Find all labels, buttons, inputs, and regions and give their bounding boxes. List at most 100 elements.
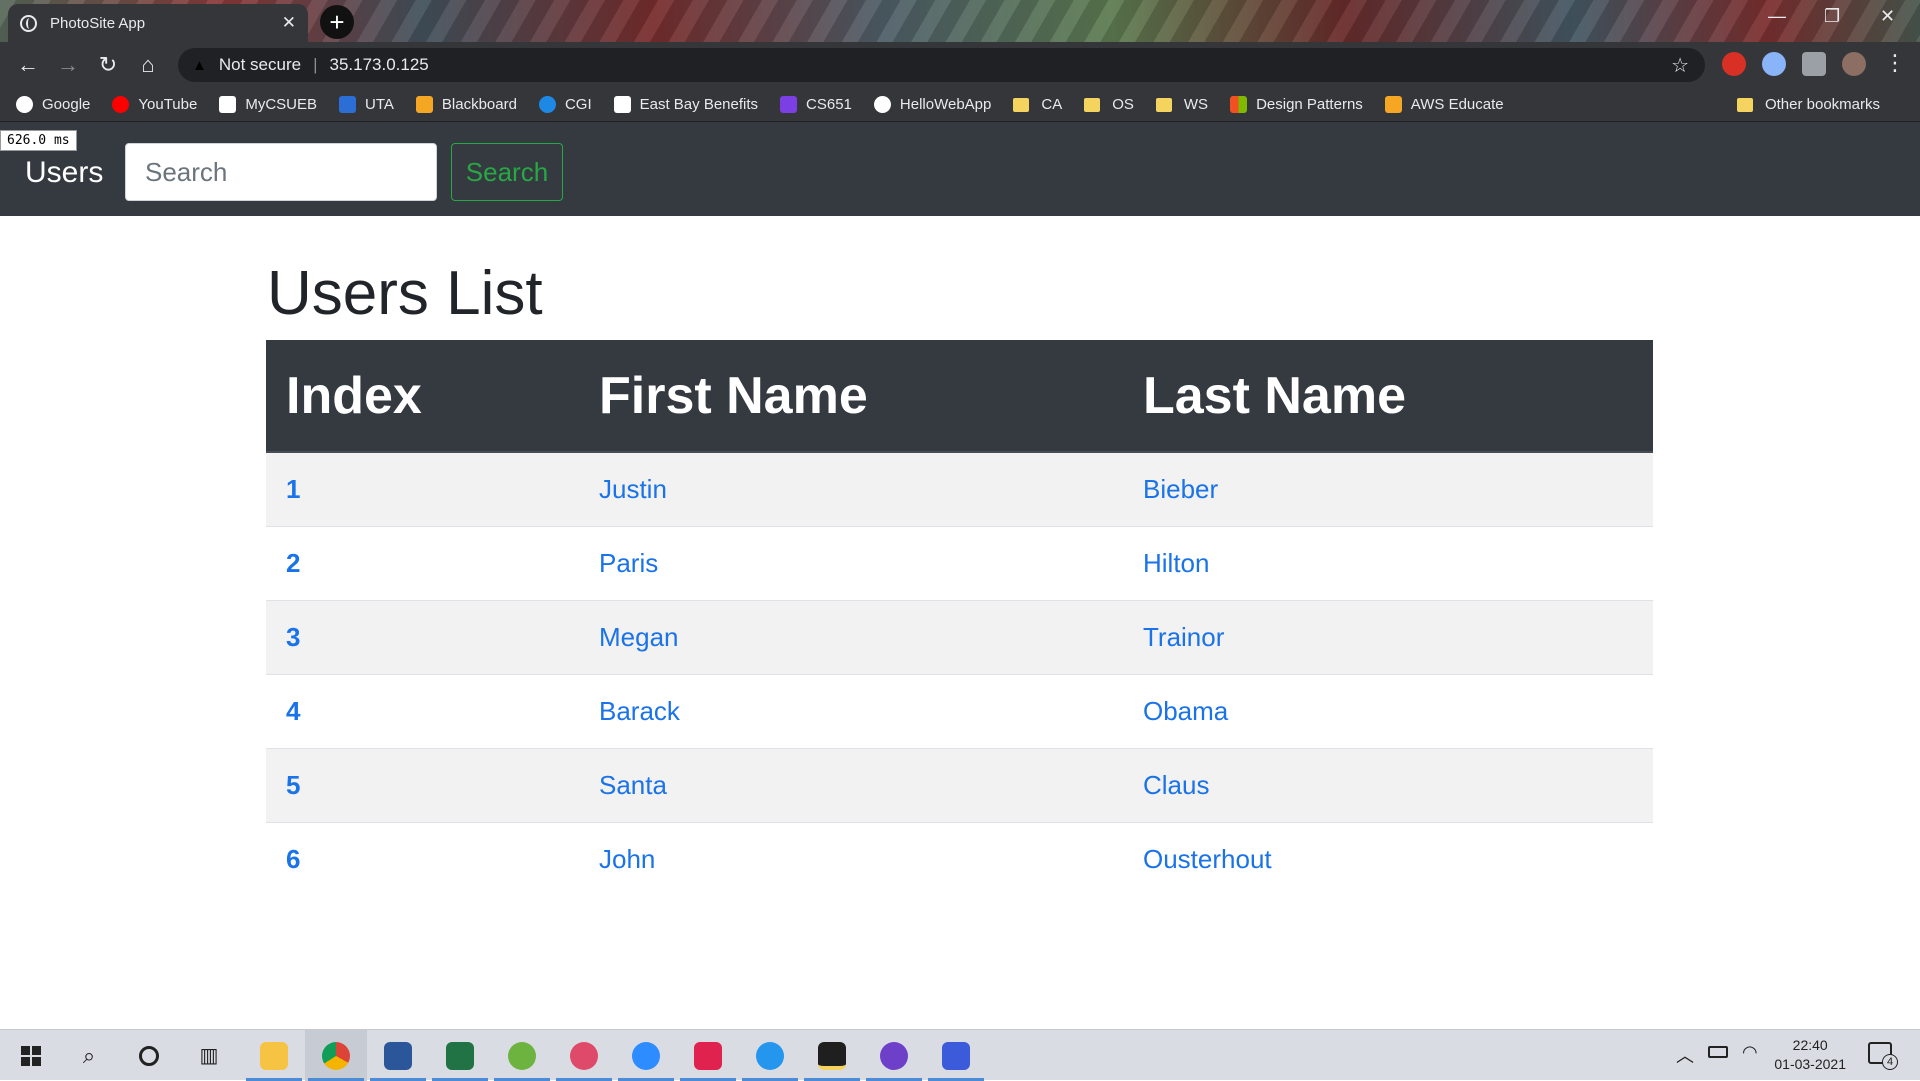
page-title: Users List [267,259,543,328]
tab-close-icon[interactable]: ✕ [282,13,296,33]
maximize-icon[interactable]: ❐ [1824,6,1840,27]
extension-icon[interactable] [1762,52,1786,76]
system-clock[interactable]: 22:40 01-03-2021 [1774,1036,1846,1074]
other-bookmarks[interactable]: Other bookmarks [1736,96,1880,113]
bookmark-aws-educate[interactable]: AWS Educate [1384,96,1504,113]
last-name-link[interactable]: Trainor [1123,599,1653,674]
bookmark-mycsueb[interactable]: MyCSUEB [219,96,317,113]
windows-start-icon[interactable] [0,1030,62,1081]
file-explorer-icon[interactable] [243,1030,305,1081]
index-link[interactable]: 1 [266,451,579,526]
bookmark-google[interactable]: Google [16,96,90,113]
bookmark-star-icon[interactable]: ☆ [1671,53,1689,78]
back-arrow-icon[interactable]: ← [8,52,48,78]
eb-icon [219,96,237,113]
table-row: 4 Barack Obama [266,673,1653,748]
index-link[interactable]: 4 [266,673,579,748]
bookmark-folder-ws[interactable]: WS [1155,96,1208,113]
task-view-icon[interactable]: ▥ [178,1030,240,1081]
notification-count-badge: 4 [1882,1054,1898,1070]
minimize-icon[interactable]: — [1768,6,1786,27]
uta-icon [339,96,357,113]
github-desktop-icon[interactable] [863,1030,925,1081]
tab-title: PhotoSite App [50,14,146,32]
chevron-up-icon[interactable]: ︿ [1676,1042,1694,1068]
last-name-link[interactable]: Ousterhout [1123,821,1653,896]
battery-icon[interactable] [1708,1046,1728,1058]
folder-icon [1736,97,1753,112]
window-close-icon[interactable]: ✕ [1880,6,1895,27]
new-tab-button[interactable]: + [320,5,354,39]
cortana-icon[interactable] [118,1030,180,1081]
eb-icon [613,96,631,113]
network-app-icon[interactable] [925,1030,987,1081]
forward-arrow-icon[interactable]: → [48,52,88,78]
first-name-link[interactable]: John [579,821,1123,896]
last-name-link[interactable]: Bieber [1123,451,1653,526]
index-link[interactable]: 6 [266,821,579,896]
search-input[interactable] [125,143,437,201]
index-link[interactable]: 3 [266,599,579,674]
index-link[interactable]: 5 [266,747,579,822]
folder-icon [1013,97,1030,112]
wifi-icon[interactable]: ◠ [1742,1042,1758,1063]
table-header-row: Index First Name Last Name [266,340,1653,453]
bookmark-youtube[interactable]: YouTube [112,96,197,113]
zoom-icon[interactable] [615,1030,677,1081]
warning-icon[interactable]: ▲ [192,57,207,74]
bookmark-folder-ca[interactable]: CA [1013,96,1062,113]
not-secure-label[interactable]: Not secure [219,55,301,75]
search-button[interactable]: Search [451,143,563,201]
word-icon[interactable] [367,1030,429,1081]
first-name-link[interactable]: Justin [579,451,1123,526]
excel-icon[interactable] [429,1030,491,1081]
bookmark-cgi[interactable]: CGI [538,96,592,113]
table-row: 3 Megan Trainor [266,599,1653,674]
windows-grid-icon [1230,96,1248,113]
spring-tools-icon[interactable] [491,1030,553,1081]
bookmark-uta[interactable]: UTA [339,96,394,113]
reload-icon[interactable]: ↻ [88,52,128,78]
puzzle-icon[interactable] [1802,52,1826,76]
index-link[interactable]: 2 [266,525,579,600]
chrome-icon[interactable] [305,1030,367,1081]
navbar-brand[interactable]: Users [25,156,103,190]
first-name-link[interactable]: Megan [579,599,1123,674]
url-text[interactable]: 35.173.0.125 [329,55,428,75]
first-name-link[interactable]: Santa [579,747,1123,822]
home-icon[interactable]: ⌂ [128,52,168,78]
table-row: 2 Paris Hilton [266,525,1653,600]
table-row: 5 Santa Claus [266,747,1653,822]
timing-overlay: 626.0 ms [0,130,77,151]
docker-icon[interactable] [739,1030,801,1081]
extension-icon[interactable] [1722,52,1746,76]
table-row: 1 Justin Bieber [266,451,1653,526]
globe-icon [873,96,891,113]
avatar[interactable] [1842,52,1866,76]
clock-date: 01-03-2021 [1774,1056,1846,1072]
folder-icon [1155,97,1172,112]
bookmarks-bar: Google YouTube MyCSUEB UTA Blackboard CG… [0,88,1920,122]
address-bar[interactable]: ▲ Not secure | 35.173.0.125 ☆ [178,48,1705,82]
rubymine-icon[interactable] [677,1030,739,1081]
last-name-link[interactable]: Claus [1123,747,1653,822]
last-name-link[interactable]: Hilton [1123,525,1653,600]
bookmark-folder-os[interactable]: OS [1084,96,1134,113]
column-header-last-name: Last Name [1123,340,1653,453]
bookmark-east-bay-benefits[interactable]: East Bay Benefits [613,96,758,113]
last-name-link[interactable]: Obama [1123,673,1653,748]
search-icon[interactable]: ⌕ [58,1030,120,1081]
bookmark-cs651[interactable]: CS651 [780,96,852,113]
menu-kebab-icon[interactable]: ⋮ [1884,50,1906,75]
bookmark-hellowebapp[interactable]: HelloWebApp [873,96,991,113]
paint-app-icon[interactable] [553,1030,615,1081]
browser-tab[interactable]: PhotoSite App ✕ [8,4,308,42]
box-icon [1384,96,1402,113]
first-name-link[interactable]: Paris [579,525,1123,600]
globe-icon [20,14,37,32]
google-icon [16,96,33,113]
bookmark-blackboard[interactable]: Blackboard [415,96,517,113]
first-name-link[interactable]: Barack [579,673,1123,748]
sticky-notes-icon[interactable] [801,1030,863,1081]
bookmark-design-patterns[interactable]: Design Patterns [1230,96,1363,113]
